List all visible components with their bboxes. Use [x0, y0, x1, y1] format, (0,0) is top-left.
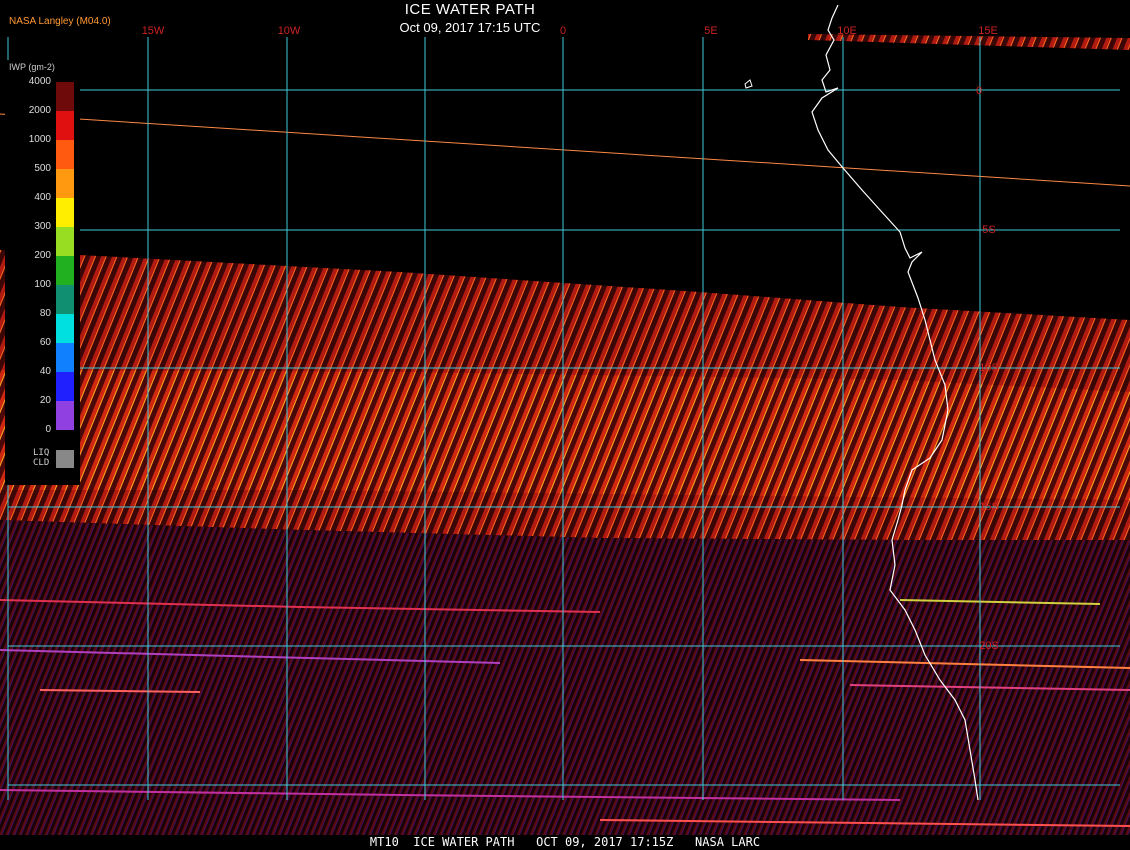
lat-label-20s: 20S	[979, 640, 999, 652]
legend-swatch	[56, 401, 74, 430]
legend-swatch	[56, 82, 74, 111]
legend-swatch	[56, 343, 74, 372]
legend-liq-label: LIQ CLD	[33, 448, 50, 468]
legend-swatch	[56, 111, 74, 140]
lon-label-15e: 15E	[978, 25, 998, 37]
legend-liq-swatch	[56, 450, 74, 468]
legend-label: 80	[39, 308, 51, 319]
legend-label: 400	[34, 192, 51, 203]
map-title: ICE WATER PATH	[404, 1, 536, 18]
legend-swatch	[56, 169, 74, 198]
legend-swatch	[56, 314, 74, 343]
legend-label: 4000	[28, 76, 51, 87]
lat-label-10s: 10S	[979, 362, 999, 374]
legend-label: 100	[34, 279, 51, 290]
legend-label: 60	[39, 337, 51, 348]
lat-label-15s: 15S	[979, 501, 999, 513]
legend-label: 500	[34, 163, 51, 174]
legend-swatch	[56, 198, 74, 227]
color-legend: IWP (gm-2) 4000 2000 1000 500 400 300 200 100 80…	[5, 60, 80, 485]
map-datetime: Oct 09, 2017 17:15 UTC	[399, 20, 541, 35]
satellite-map: 15W 10W 0 5E 10E 15E 0 5S 10S 15S 20S	[0, 0, 1130, 850]
legend-title: IWP (gm-2)	[9, 62, 55, 72]
legend-swatch	[56, 227, 74, 256]
legend-label: 300	[34, 221, 51, 232]
legend-label: 2000	[28, 105, 51, 116]
legend-label: 1000	[28, 134, 51, 145]
lat-label-0: 0	[976, 85, 982, 97]
legend-swatch	[56, 372, 74, 401]
legend-swatch	[56, 285, 74, 314]
swath-lower	[0, 520, 1130, 835]
legend-swatch	[56, 256, 74, 285]
lat-label-5s: 5S	[982, 224, 995, 236]
swath-bright-band	[0, 370, 1130, 500]
legend-label: 200	[34, 250, 51, 261]
footer-caption: MT10 ICE WATER PATH OCT 09, 2017 17:15Z …	[0, 835, 1130, 850]
legend-label: 20	[39, 395, 51, 406]
legend-label: 40	[39, 366, 51, 377]
legend-label: 0	[45, 424, 51, 435]
producer-label: NASA Langley (M04.0)	[9, 16, 111, 27]
legend-swatch	[56, 140, 74, 169]
